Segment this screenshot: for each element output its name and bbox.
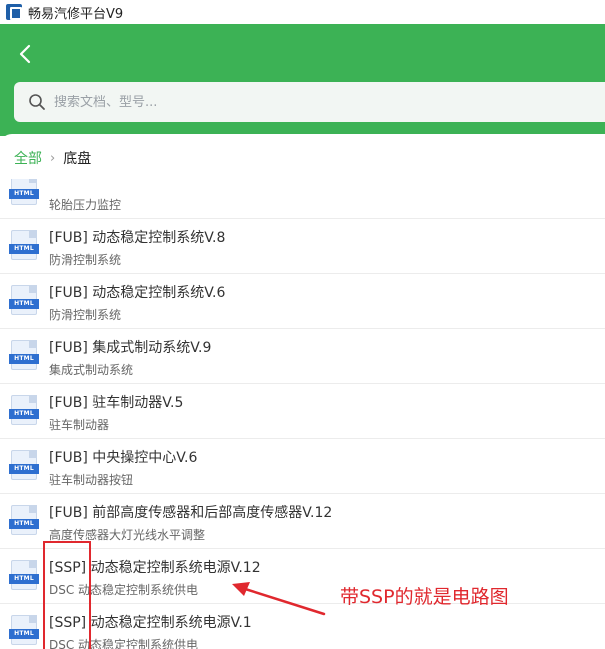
chevron-left-icon [19, 44, 31, 64]
item-title: [FUB] 动态稳定控制系统V.8 [49, 230, 226, 246]
list-item[interactable]: HTML [FUB] 驻车制动器V.5 驻车制动器 [0, 384, 605, 439]
file-type-tag: HTML [9, 629, 39, 639]
item-title: [FUB] 前部高度传感器和后部高度传感器V.12 [49, 505, 333, 521]
content-panel: 全部 › 底盘 HTML 轮胎压力监控 HTML [FUB] 动态稳定控制系统V… [0, 134, 605, 649]
list-item[interactable]: HTML [FUB] 动态稳定控制系统V.6 防滑控制系统 [0, 274, 605, 329]
item-title: [FUB] 动态稳定控制系统V.6 [49, 285, 226, 301]
item-subtitle: 防滑控制系统 [49, 308, 122, 322]
list-item[interactable]: HTML [SSP] 动态稳定控制系统电源V.12 DSC 动态稳定控制系统供电 [0, 549, 605, 604]
window-title: 畅易汽修平台V9 [28, 6, 124, 22]
html-file-icon: HTML [9, 505, 39, 535]
list-item[interactable]: HTML [FUB] 前部高度传感器和后部高度传感器V.12 高度传感器大灯光线… [0, 494, 605, 549]
breadcrumb: 全部 › 底盘 [14, 148, 91, 168]
file-type-tag: HTML [9, 244, 39, 254]
app-logo-icon [6, 4, 22, 20]
title-bar: 畅易汽修平台V9 [0, 0, 605, 24]
html-file-icon: HTML [9, 615, 39, 645]
file-type-tag: HTML [9, 189, 39, 199]
html-file-icon: HTML [9, 179, 39, 205]
file-type-tag: HTML [9, 299, 39, 309]
header-bar [0, 24, 605, 136]
file-type-tag: HTML [9, 519, 39, 529]
item-title: [FUB] 驻车制动器V.5 [49, 395, 184, 411]
list-item[interactable]: HTML [FUB] 中央操控中心V.6 驻车制动器按钮 [0, 439, 605, 494]
item-title: [FUB] 集成式制动系统V.9 [49, 340, 212, 356]
file-type-tag: HTML [9, 574, 39, 584]
breadcrumb-separator: › [50, 150, 56, 166]
breadcrumb-root-link[interactable]: 全部 [14, 148, 42, 168]
item-subtitle: DSC 动态稳定控制系统供电 [49, 583, 199, 597]
document-list: HTML 轮胎压力监控 HTML [FUB] 动态稳定控制系统V.8 防滑控制系… [0, 179, 605, 649]
list-item[interactable]: HTML [SSP] 动态稳定控制系统电源V.1 DSC 动态稳定控制系统供电 [0, 604, 605, 649]
breadcrumb-current: 底盘 [63, 151, 92, 167]
item-title: [SSP] 动态稳定控制系统电源V.12 [49, 560, 261, 576]
item-subtitle: 驻车制动器按钮 [49, 473, 134, 487]
item-subtitle: DSC 动态稳定控制系统供电 [49, 638, 199, 649]
list-item[interactable]: HTML 轮胎压力监控 [0, 179, 605, 219]
item-subtitle: 高度传感器大灯光线水平调整 [49, 528, 206, 542]
html-file-icon: HTML [9, 450, 39, 480]
list-item[interactable]: HTML [FUB] 动态稳定控制系统V.8 防滑控制系统 [0, 219, 605, 274]
file-type-tag: HTML [9, 354, 39, 364]
item-subtitle: 集成式制动系统 [49, 363, 134, 377]
annotation-text: 带SSP的就是电路图 [340, 586, 509, 608]
search-input[interactable] [54, 94, 574, 110]
file-type-tag: HTML [9, 464, 39, 474]
item-title: [SSP] 动态稳定控制系统电源V.1 [49, 615, 252, 631]
item-subtitle: 轮胎压力监控 [49, 198, 122, 212]
search-icon [28, 93, 46, 111]
item-title: [FUB] 中央操控中心V.6 [49, 450, 198, 466]
list-item[interactable]: HTML [FUB] 集成式制动系统V.9 集成式制动系统 [0, 329, 605, 384]
back-button[interactable] [14, 42, 38, 66]
html-file-icon: HTML [9, 395, 39, 425]
html-file-icon: HTML [9, 340, 39, 370]
html-file-icon: HTML [9, 230, 39, 260]
file-type-tag: HTML [9, 409, 39, 419]
html-file-icon: HTML [9, 285, 39, 315]
search-box[interactable] [14, 82, 605, 122]
html-file-icon: HTML [9, 560, 39, 590]
item-subtitle: 防滑控制系统 [49, 253, 122, 267]
item-subtitle: 驻车制动器 [49, 418, 110, 432]
